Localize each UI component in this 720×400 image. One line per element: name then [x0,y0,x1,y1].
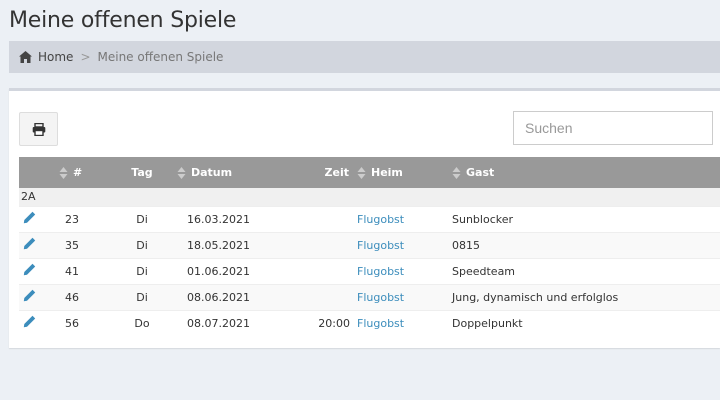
cell-heim-link[interactable]: Flugobst [357,317,404,330]
cell-zeit [277,231,357,258]
home-icon[interactable] [19,51,32,63]
sort-icon [59,166,68,179]
cell-num: 46 [65,290,79,304]
cell-heim-link[interactable]: Flugobst [357,291,404,304]
group-label: 2A [19,188,720,206]
table-row: 35 Di 18.05.2021 Flugobst 0815 [19,231,720,258]
table-header-row: # Tag Datum Zeit Heim Gast [19,157,720,188]
sort-icon [177,166,186,179]
print-button[interactable] [19,112,58,146]
print-icon [32,122,45,136]
cell-gast: Jung, dynamisch und erfolglos [452,283,720,310]
cell-gast: Sunblocker [452,205,720,232]
table-row: 56 Do 08.07.2021 20:00 Flugobst Doppelpu… [19,309,720,336]
header-datum[interactable]: Datum [177,157,277,188]
edit-icon[interactable] [23,315,36,328]
breadcrumb-home-link[interactable]: Home [38,50,73,64]
cell-num: 23 [65,212,79,226]
cell-tag: Di [107,283,177,310]
table-row: 46 Di 08.06.2021 Flugobst Jung, dynamisc… [19,283,720,310]
cell-tag: Di [107,257,177,284]
cell-num: 56 [65,316,79,330]
cell-heim-link[interactable]: Flugobst [357,239,404,252]
header-edit [19,157,47,188]
games-box: # Tag Datum Zeit Heim Gast 2A [9,88,720,348]
header-tag[interactable]: Tag [107,157,177,188]
cell-tag: Do [107,309,177,336]
cell-datum: 18.05.2021 [177,231,277,258]
cell-heim-link[interactable]: Flugobst [357,265,404,278]
page-title: Meine offenen Spiele [9,8,237,33]
games-table: # Tag Datum Zeit Heim Gast 2A 23 Di 16.0… [19,157,720,336]
cell-heim-link[interactable]: Flugobst [357,213,404,226]
sort-icon [357,166,366,179]
header-zeit[interactable]: Zeit [277,157,357,188]
breadcrumb: Home > Meine offenen Spiele [9,41,720,73]
cell-zeit: 20:00 [277,309,357,336]
header-gast[interactable]: Gast [452,157,720,188]
breadcrumb-separator: > [80,50,91,64]
cell-datum: 08.06.2021 [177,283,277,310]
search-input[interactable] [513,111,713,145]
cell-gast: Doppelpunkt [452,309,720,336]
cell-datum: 16.03.2021 [177,205,277,232]
edit-icon[interactable] [23,263,36,276]
cell-num: 41 [65,264,79,278]
table-row: 41 Di 01.06.2021 Flugobst Speedteam [19,257,720,284]
cell-gast: Speedteam [452,257,720,284]
cell-tag: Di [107,205,177,232]
sort-icon [452,166,461,179]
cell-datum: 08.07.2021 [177,309,277,336]
table-row: 23 Di 16.03.2021 Flugobst Sunblocker [19,205,720,232]
edit-icon[interactable] [23,211,36,224]
header-heim[interactable]: Heim [357,157,452,188]
edit-icon[interactable] [23,289,36,302]
cell-gast: 0815 [452,231,720,258]
cell-tag: Di [107,231,177,258]
edit-icon[interactable] [23,237,36,250]
cell-zeit [277,283,357,310]
cell-zeit [277,257,357,284]
breadcrumb-current: Meine offenen Spiele [97,50,224,64]
cell-datum: 01.06.2021 [177,257,277,284]
cell-num: 35 [65,238,79,252]
header-num[interactable]: # [47,157,107,188]
group-row: 2A [19,188,720,206]
cell-zeit [277,205,357,232]
